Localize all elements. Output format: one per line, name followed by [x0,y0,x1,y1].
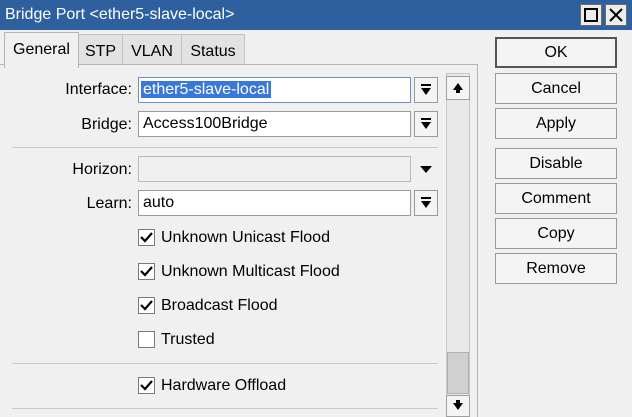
comment-button[interactable]: Comment [495,183,617,214]
comment-button-label: Comment [521,190,591,207]
scroll-up-button[interactable] [446,76,470,100]
cancel-button[interactable]: Cancel [495,73,617,104]
learn-field[interactable]: auto [138,190,411,216]
horizon-expand-button[interactable] [414,156,438,182]
tab-general[interactable]: General [4,32,79,68]
hardware-offload-label: Hardware Offload [161,377,287,394]
remove-button[interactable]: Remove [495,253,617,284]
horizon-field[interactable] [138,156,411,182]
separator [12,363,438,364]
hardware-offload-checkbox[interactable] [138,377,155,394]
broadcast-flood-label: Broadcast Flood [161,297,278,314]
dropdown-arrow-icon [421,84,431,95]
tab-stp-label: STP [84,43,117,60]
unknown-unicast-flood-checkbox[interactable] [138,229,155,246]
tab-status-label: Status [190,43,236,60]
broadcast-flood-checkbox[interactable] [138,297,155,314]
maximize-icon [584,8,598,22]
chevron-down-icon [420,166,432,173]
close-icon [609,8,623,22]
learn-dropdown-button[interactable] [414,190,438,216]
ok-button-label: OK [544,44,568,61]
scroll-down-button[interactable] [446,395,470,417]
learn-label: Learn: [86,195,132,212]
interface-dropdown-button[interactable] [414,77,438,103]
dropdown-arrow-icon [421,197,431,208]
check-icon [140,300,153,311]
check-icon [140,380,153,391]
scroll-thumb[interactable] [447,352,469,394]
copy-button-label: Copy [537,225,575,242]
title-bar[interactable]: Bridge Port <ether5-slave-local> [0,0,632,30]
close-button[interactable] [605,4,627,26]
check-icon [140,266,153,277]
trusted-label: Trusted [161,331,215,348]
remove-button-label: Remove [526,260,586,277]
horizon-label: Horizon: [72,161,132,178]
tab-vlan-label: VLAN [131,43,173,60]
unknown-multicast-flood-label: Unknown Multicast Flood [161,263,340,280]
interface-field[interactable]: ether5-slave-local [138,77,411,103]
maximize-button[interactable] [580,4,602,26]
arrow-down-icon [453,400,463,410]
copy-button[interactable]: Copy [495,218,617,249]
disable-button[interactable]: Disable [495,148,617,179]
bridge-field[interactable]: Access100Bridge [138,111,411,137]
interface-value: ether5-slave-local [141,81,272,98]
unknown-unicast-flood-label: Unknown Unicast Flood [161,229,330,246]
separator [12,408,438,409]
window-title: Bridge Port <ether5-slave-local> [5,6,235,23]
bridge-label: Bridge: [81,116,132,133]
apply-button-label: Apply [535,115,577,132]
learn-value: auto [143,194,175,211]
disable-button-label: Disable [529,155,583,172]
cancel-button-label: Cancel [531,80,581,97]
tab-general-label: General [13,41,70,58]
dropdown-arrow-icon [421,118,431,129]
arrow-up-icon [453,83,463,93]
interface-label: Interface: [65,81,132,98]
tab-stp[interactable]: STP [79,34,123,66]
unknown-multicast-flood-checkbox[interactable] [138,263,155,280]
apply-button[interactable]: Apply [495,108,617,139]
trusted-checkbox[interactable] [138,331,155,348]
tab-status[interactable]: Status [182,34,245,66]
separator [12,147,438,148]
bridge-value: Access100Bridge [143,115,268,132]
tab-vlan[interactable]: VLAN [123,34,182,66]
bridge-dropdown-button[interactable] [414,111,438,137]
ok-button[interactable]: OK [495,37,617,68]
check-icon [140,232,153,243]
